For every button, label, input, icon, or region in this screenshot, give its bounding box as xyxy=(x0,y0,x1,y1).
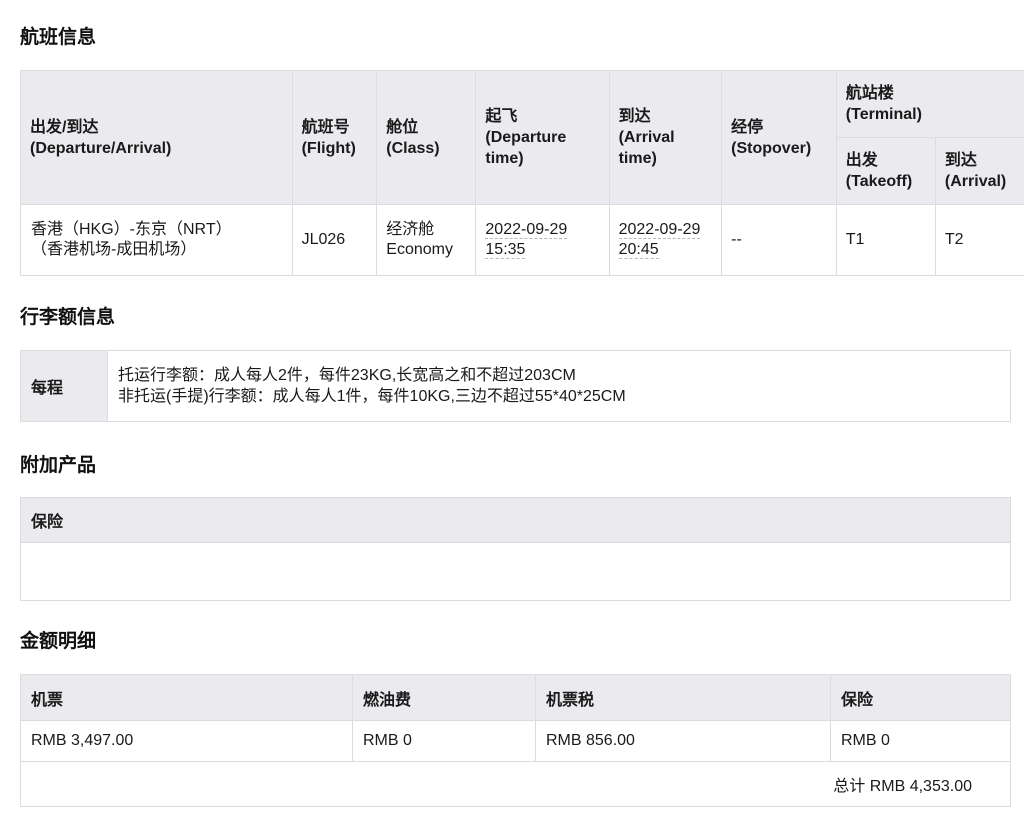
addon-products-title: 附加产品 xyxy=(20,455,97,476)
addon-products-table: 保险 xyxy=(20,497,1011,601)
arrival-time-cell: 2022-09-29 20:45 xyxy=(608,204,723,276)
price-details-title: 金额明细 xyxy=(20,631,97,652)
flight-info-table: 出发/到达 (Departure/Arrival) 航班号 (Flight) 舱… xyxy=(20,70,1024,276)
stopover-cell: -- xyxy=(721,204,837,276)
fuel-surcharge-header: 燃油费 xyxy=(352,674,536,721)
per-segment-label: 每程 xyxy=(20,350,108,422)
route-cell: 香港（HKG）-东京（NRT） （香港机场-成田机场） xyxy=(20,204,293,276)
carry-on-baggage-text: 非托运(手提)行李额：成人每人1件，每件10KG,三边不超过55*40*25CM xyxy=(118,388,626,405)
header-departure-time: 起飞 (Departure time) xyxy=(475,70,610,205)
departure-time-cell: 2022-09-29 15:35 xyxy=(475,204,610,276)
ticket-tax-header: 机票税 xyxy=(535,674,831,721)
header-class: 舱位 (Class) xyxy=(376,70,477,205)
header-arrival-time: 到达 (Arrival time) xyxy=(608,70,723,205)
header-route: 出发/到达 (Departure/Arrival) xyxy=(20,70,293,205)
class-cell: 经济舱 Economy xyxy=(376,204,477,276)
terminal-takeoff-cell: T1 xyxy=(835,204,936,276)
fuel-surcharge-cell: RMB 0 xyxy=(352,720,536,762)
ticket-tax-cell: RMB 856.00 xyxy=(535,720,831,762)
flight-info-title: 航班信息 xyxy=(20,27,97,48)
baggage-info-title: 行李额信息 xyxy=(20,307,116,328)
total-amount: 总计 RMB 4,353.00 xyxy=(20,761,1011,807)
checked-baggage-text: 托运行李额：成人每人2件，每件23KG,长宽高之和不超过203CM xyxy=(118,367,576,384)
header-stopover: 经停 (Stopover) xyxy=(721,70,837,205)
flight-number-cell: JL026 xyxy=(291,204,378,276)
baggage-allowance-cell: 托运行李额：成人每人2件，每件23KG,长宽高之和不超过203CM 非托运(手提… xyxy=(107,350,1011,422)
insurance-value-cell xyxy=(20,542,1011,601)
table-row: RMB 3,497.00 RMB 0 RMB 856.00 RMB 0 xyxy=(20,720,1011,762)
insurance-price-header: 保险 xyxy=(830,674,1011,721)
header-flight: 航班号 (Flight) xyxy=(291,70,378,205)
ticket-price-cell: RMB 3,497.00 xyxy=(20,720,353,762)
insurance-header: 保险 xyxy=(20,497,1011,543)
table-row: 香港（HKG）-东京（NRT） （香港机场-成田机场） JL026 经济舱 Ec… xyxy=(20,204,1024,276)
price-details-table: 机票 燃油费 机票税 保险 RMB 3,497.00 RMB 0 RMB 856… xyxy=(20,674,1011,807)
terminal-arrival-cell: T2 xyxy=(934,204,1024,276)
ticket-header: 机票 xyxy=(20,674,353,721)
header-terminal-takeoff: 出发 (Takeoff) xyxy=(835,137,936,205)
header-terminal-arrival: 到达 (Arrival) xyxy=(934,137,1024,205)
baggage-table: 每程 托运行李额：成人每人2件，每件23KG,长宽高之和不超过203CM 非托运… xyxy=(20,350,1011,422)
insurance-price-cell: RMB 0 xyxy=(830,720,1011,762)
header-terminal: 航站楼 (Terminal) xyxy=(835,70,1024,138)
